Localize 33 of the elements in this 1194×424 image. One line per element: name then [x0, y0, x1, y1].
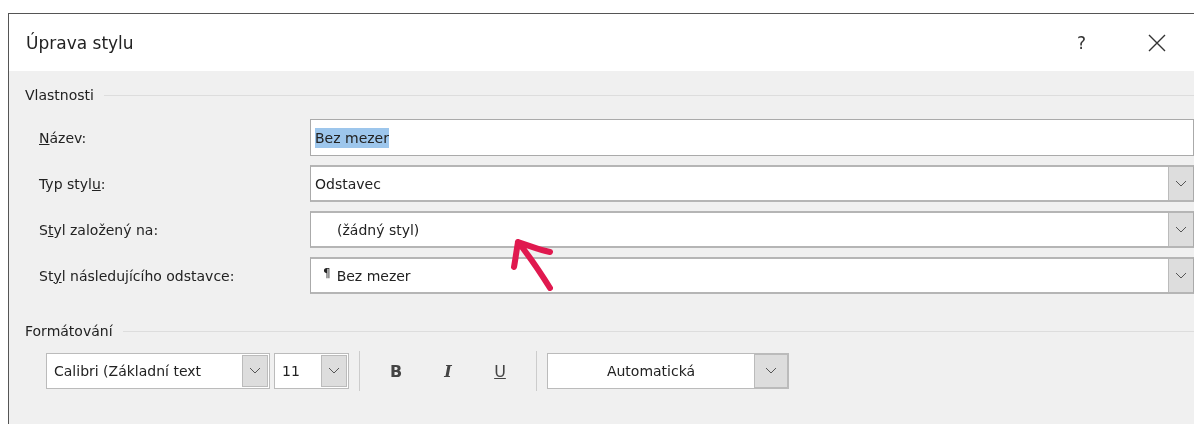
field-label: Název: [38, 129, 88, 146]
chevron-down-icon [1175, 225, 1187, 234]
group-heading: Formátování [25, 323, 113, 339]
dropdown-button[interactable] [1168, 167, 1193, 200]
field-label: Typ stylu: [38, 175, 107, 192]
underline-button[interactable]: U [480, 357, 520, 385]
dropdown-button[interactable] [1168, 259, 1193, 292]
bold-button[interactable]: B [376, 357, 416, 385]
field-label: Styl založený na: [38, 221, 160, 238]
arrow-drawing [511, 239, 553, 291]
field-label: Styl následujícího odstavce: [38, 267, 236, 284]
chevron-down-icon [1175, 179, 1187, 188]
font-color-dropdown[interactable]: Automatická [547, 353, 789, 389]
dropdown-button[interactable] [321, 355, 347, 387]
name-field[interactable]: Bez mezer [310, 119, 1194, 156]
group-heading: Vlastnosti [25, 87, 94, 103]
font-size-dropdown[interactable]: 11 [274, 353, 349, 389]
window-title: Úprava stylu [26, 32, 135, 53]
chevron-down-icon [249, 367, 261, 375]
dropdown-button[interactable] [754, 354, 788, 388]
style-dropdown[interactable]: (žádný styl) [310, 211, 1194, 248]
chevron-down-icon [765, 367, 777, 375]
chevron-down-icon [328, 367, 340, 375]
pilcrow-icon: ¶ [323, 265, 331, 280]
style-dropdown[interactable]: Odstavec [310, 165, 1194, 202]
help-button[interactable]: ? [1070, 32, 1092, 53]
italic-button[interactable]: I [428, 357, 468, 385]
style-dropdown[interactable]: ¶ Bez mezer [310, 257, 1194, 294]
dropdown-button[interactable] [1168, 213, 1193, 246]
dropdown-button[interactable] [242, 355, 268, 387]
font-dropdown[interactable]: Calibri (Základní text [46, 353, 270, 389]
chevron-down-icon [1175, 271, 1187, 280]
close-icon [1148, 33, 1166, 52]
